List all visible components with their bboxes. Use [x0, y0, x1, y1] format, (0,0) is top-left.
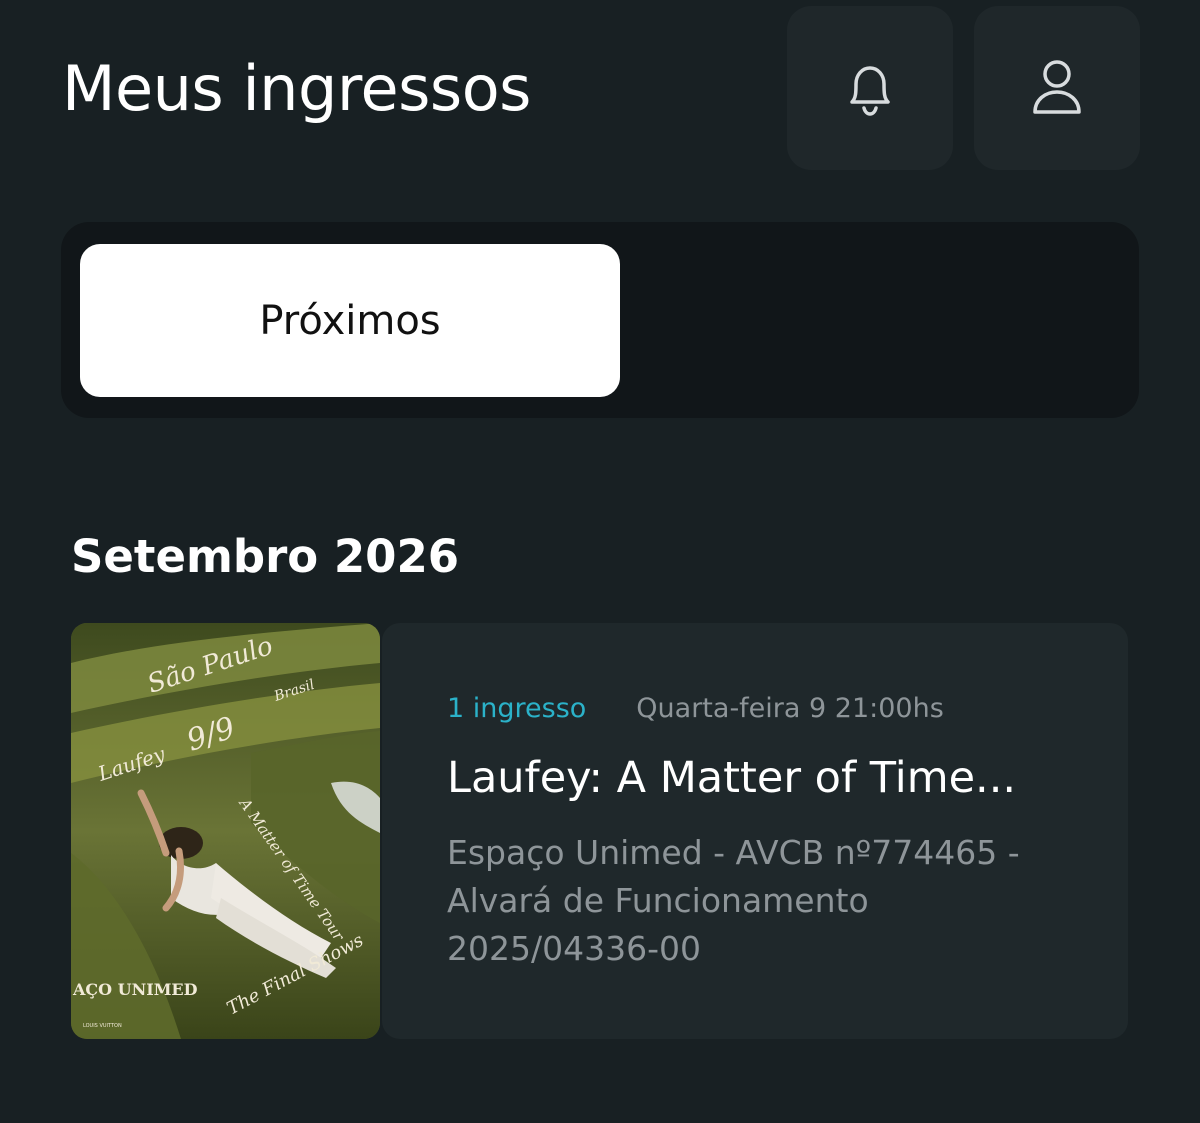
event-title: Laufey: A Matter of Time...	[447, 753, 1017, 803]
ticket-tabs: Próximos	[61, 222, 1139, 418]
ticket-count: 1 ingresso	[447, 693, 587, 724]
ticket-meta: 1 ingresso Quarta-feira 9 21:00hs	[447, 693, 944, 724]
ticket-card[interactable]: 1 ingresso Quarta-feira 9 21:00hs Laufey…	[382, 623, 1128, 1039]
poster-sponsor: LOUIS VUITTON	[83, 1023, 122, 1029]
user-icon	[1029, 56, 1085, 120]
month-heading: Setembro 2026	[71, 530, 460, 583]
poster-venue: AÇO UNIMED	[72, 980, 198, 999]
event-poster[interactable]: São Paulo Brasil Laufey 9/9 A Matter of …	[71, 623, 380, 1039]
tab-upcoming[interactable]: Próximos	[80, 244, 620, 397]
profile-button[interactable]	[974, 6, 1140, 170]
event-venue: Espaço Unimed - AVCB nº774465 - Alvará d…	[447, 833, 1020, 968]
notifications-button[interactable]	[787, 6, 953, 170]
ticket-datetime: Quarta-feira 9 21:00hs	[636, 693, 944, 724]
bell-icon	[842, 58, 898, 118]
page-title: Meus ingressos	[62, 52, 531, 125]
